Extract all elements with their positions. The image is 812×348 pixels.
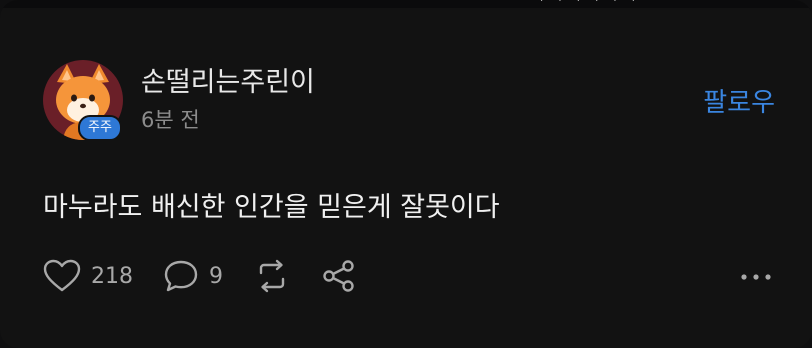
follow-button[interactable]: 팔로우 <box>703 82 775 119</box>
share-button[interactable] <box>321 259 357 293</box>
share-icon <box>321 259 357 293</box>
comment-count: 9 <box>209 263 223 289</box>
like-count: 218 <box>91 263 133 289</box>
like-button[interactable]: 218 <box>43 259 133 293</box>
more-dots-icon <box>740 266 772 285</box>
author-name[interactable]: 손떨리는주린이 <box>141 60 315 99</box>
repost-icon <box>253 259 291 293</box>
post-text: 마누라도 배신한 인간을 믿은게 잘못이다 <box>43 192 500 223</box>
shareholder-badge: 주주 <box>78 115 122 141</box>
speech-bubble-icon <box>163 259 199 293</box>
post-time: 6분 전 <box>141 108 200 132</box>
repost-button[interactable] <box>253 259 291 293</box>
heart-icon <box>43 259 81 293</box>
post-card: 주주 손떨리는주린이 6분 전 팔로우 마누라도 배신한 인간을 믿은게 잘못이… <box>0 0 812 348</box>
comment-button[interactable]: 9 <box>163 259 223 293</box>
action-bar: 218 9 <box>43 256 387 296</box>
post-frame: · · · · · · 주주 손떨리는주린이 6분 전 팔로우 마누라도 배신한… <box>0 0 812 348</box>
more-options-button[interactable] <box>740 266 772 285</box>
author-avatar[interactable]: 주주 <box>43 60 123 141</box>
